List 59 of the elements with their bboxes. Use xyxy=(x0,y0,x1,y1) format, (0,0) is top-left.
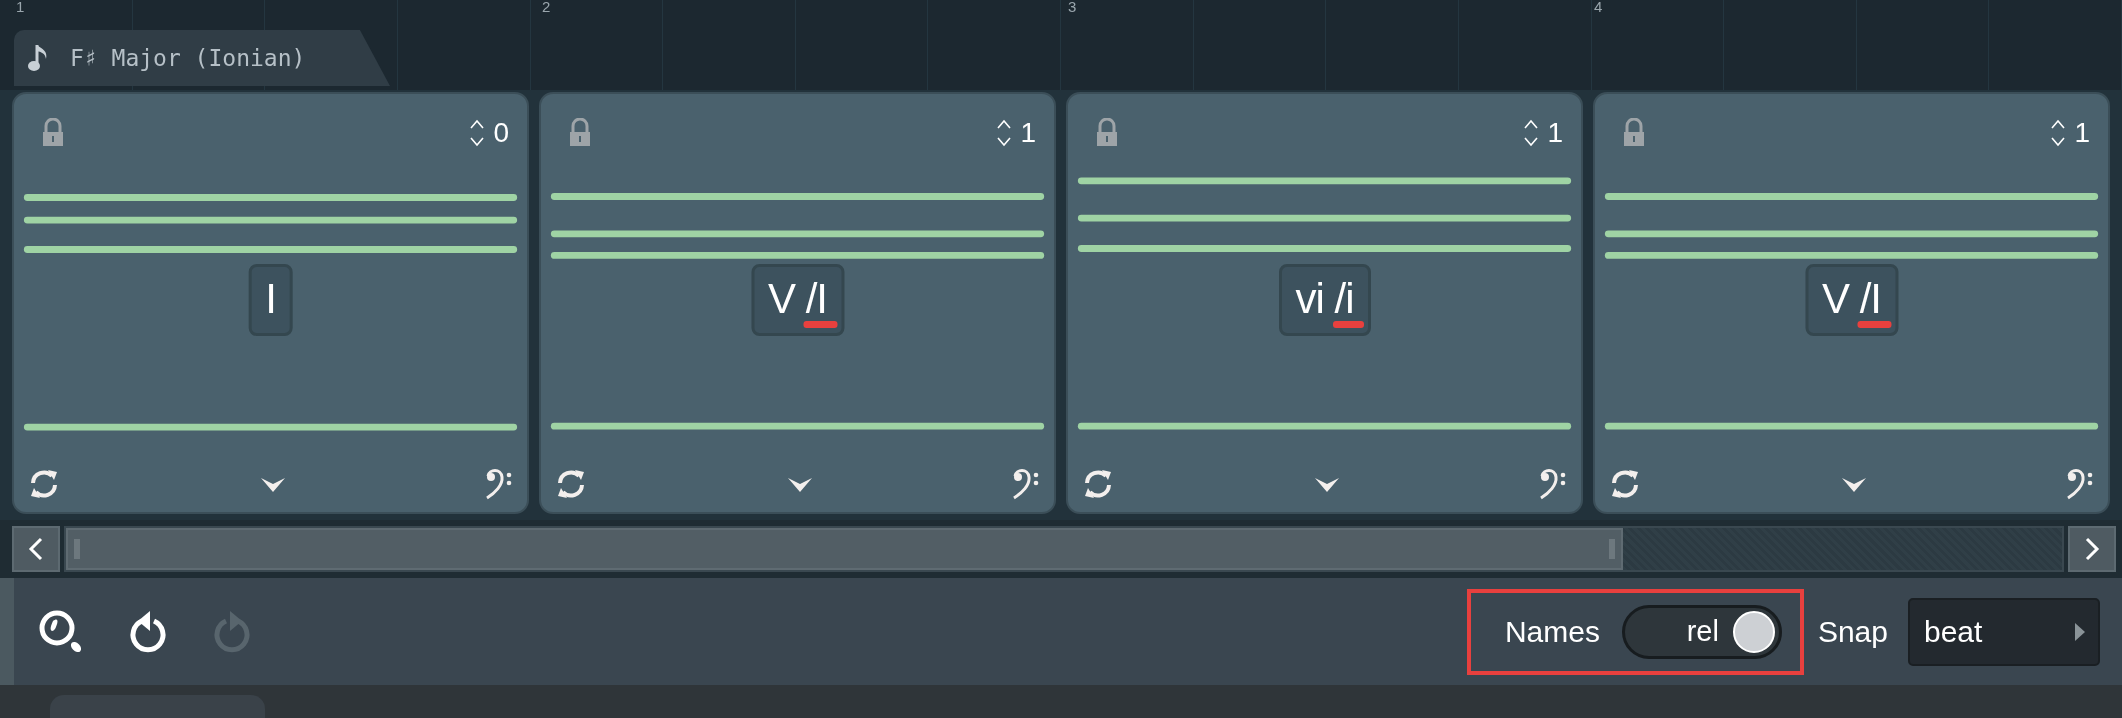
ruler-number: 1 xyxy=(16,0,25,17)
refresh-icon[interactable] xyxy=(555,468,587,500)
inversion-number: 1 xyxy=(2074,116,2090,150)
grip-icon xyxy=(1608,539,1615,559)
chevron-down-icon[interactable] xyxy=(1840,475,1867,493)
inversion-number: 0 xyxy=(493,116,509,150)
chevron-down-icon[interactable] xyxy=(259,475,286,493)
bass-clef-icon[interactable] xyxy=(485,468,513,500)
scale-label: F♯ Major (Ionian) xyxy=(70,43,306,73)
refresh-icon[interactable] xyxy=(1609,468,1641,500)
magnifier-icon xyxy=(38,608,84,655)
chord-card[interactable]: 1 V /I xyxy=(539,92,1056,514)
up-down-arrows-icon[interactable] xyxy=(996,118,1013,148)
triangle-right-icon xyxy=(2074,621,2086,642)
lock-icon[interactable] xyxy=(1623,118,1645,148)
ruler-number: 3 xyxy=(1068,0,1077,17)
up-down-arrows-icon[interactable] xyxy=(1523,118,1540,148)
names-toggle[interactable]: rel xyxy=(1621,604,1782,659)
bass-clef-icon[interactable] xyxy=(2066,468,2094,500)
inversion-number: 1 xyxy=(1020,116,1036,150)
bass-clef-icon[interactable] xyxy=(1539,468,1567,500)
undo-button[interactable] xyxy=(128,608,168,655)
lock-icon[interactable] xyxy=(1096,118,1118,148)
redo-icon xyxy=(212,608,252,655)
grip-icon xyxy=(74,539,80,559)
error-underline xyxy=(803,321,837,328)
scroll-left-button[interactable] xyxy=(12,526,60,572)
ruler-number: 2 xyxy=(542,0,551,17)
bass-clef-icon[interactable] xyxy=(1012,468,1040,500)
snap-label: Snap xyxy=(1817,614,1888,650)
chord-label[interactable]: V /I xyxy=(751,264,844,336)
zoom-button[interactable] xyxy=(38,608,84,655)
chevron-down-icon[interactable] xyxy=(1313,475,1340,493)
scroll-thumb[interactable] xyxy=(66,528,1623,570)
toggle-knob xyxy=(1732,610,1775,653)
refresh-icon[interactable] xyxy=(1082,468,1114,500)
chord-label[interactable]: V /I xyxy=(1805,264,1898,336)
lock-icon[interactable] xyxy=(42,118,64,148)
scroll-right-button[interactable] xyxy=(2068,526,2116,572)
chevron-left-icon xyxy=(28,536,44,562)
up-down-arrows-icon[interactable] xyxy=(469,118,486,148)
ruler-number: 4 xyxy=(1594,0,1603,17)
undo-icon xyxy=(128,608,168,655)
inversion-number: 1 xyxy=(1547,116,1563,150)
refresh-icon[interactable] xyxy=(28,468,60,500)
chord-card[interactable]: 0 I xyxy=(12,92,529,514)
scale-tab[interactable]: F♯ Major (Ionian) xyxy=(14,30,390,86)
snap-dropdown[interactable]: beat xyxy=(1908,597,2100,666)
error-underline xyxy=(1857,321,1891,328)
lock-icon[interactable] xyxy=(569,118,591,148)
up-down-arrows-icon[interactable] xyxy=(2050,118,2067,148)
error-underline xyxy=(1332,321,1364,328)
chord-label[interactable]: I xyxy=(248,264,293,336)
chord-label[interactable]: vi /i xyxy=(1278,264,1371,336)
chevron-down-icon[interactable] xyxy=(786,475,813,493)
chord-card[interactable]: 1 vi /i xyxy=(1066,92,1583,514)
chevron-right-icon xyxy=(2084,536,2100,562)
names-label: Names xyxy=(1504,614,1600,650)
chord-card[interactable]: 1 V /I xyxy=(1593,92,2110,514)
